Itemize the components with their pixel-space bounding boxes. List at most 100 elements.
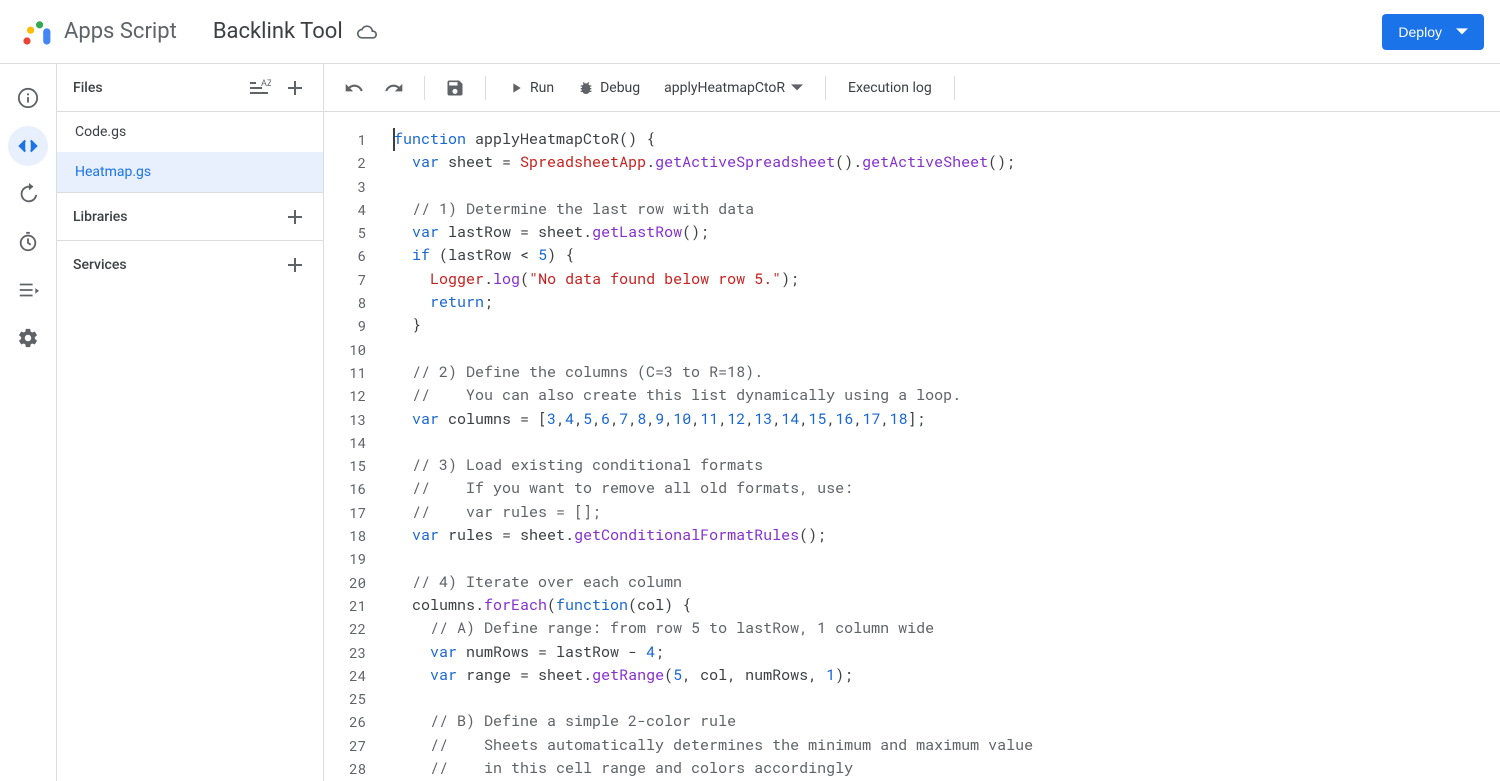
code-content[interactable] (380, 175, 394, 198)
code-content[interactable]: // B) Define a simple 2-color rule (380, 710, 736, 733)
code-content[interactable]: var columns = [3,4,5,6,7,8,9,10,11,12,13… (380, 408, 926, 431)
sort-icon[interactable]: AZ (247, 76, 271, 100)
code-content[interactable] (380, 547, 394, 570)
overview-icon[interactable] (8, 78, 48, 118)
code-content[interactable]: // var rules = []; (380, 501, 601, 524)
add-file-icon[interactable] (283, 76, 307, 100)
code-content[interactable]: if (lastRow < 5) { (380, 244, 574, 267)
code-content[interactable]: // in this cell range and colors accordi… (380, 757, 853, 780)
file-item[interactable]: Heatmap.gs (57, 152, 323, 192)
code-content[interactable]: var range = sheet.getRange(5, col, numRo… (380, 664, 853, 687)
line-number: 3 (324, 175, 380, 198)
chevron-down-icon (791, 82, 803, 94)
code-line: 2 var sheet = SpreadsheetApp.getActiveSp… (324, 151, 1500, 174)
services-header: Services (57, 240, 323, 288)
code-line: 8 return; (324, 291, 1500, 314)
code-line: 3 (324, 175, 1500, 198)
code-line: 5 var lastRow = sheet.getLastRow(); (324, 221, 1500, 244)
files-panel: Files AZ Code.gsHeatmap.gs Libraries Ser… (56, 64, 324, 781)
executions-icon[interactable] (8, 270, 48, 310)
code-content[interactable]: return; (380, 291, 493, 314)
code-content[interactable] (380, 338, 394, 361)
left-rail (0, 64, 56, 781)
code-content[interactable]: columns.forEach(function(col) { (380, 594, 691, 617)
editor-toolbar: Run Debug applyHeatmapCtoR Execution log (324, 64, 1500, 112)
line-number: 10 (324, 338, 380, 361)
code-line: 12 // You can also create this list dyna… (324, 384, 1500, 407)
undo-icon[interactable] (336, 70, 372, 106)
settings-icon[interactable] (8, 318, 48, 358)
code-editor[interactable]: 1function applyHeatmapCtoR() {2 var shee… (324, 112, 1500, 781)
code-content[interactable]: // 2) Define the columns (C=3 to R=18). (380, 361, 763, 384)
line-number: 4 (324, 198, 380, 221)
code-line: 6 if (lastRow < 5) { (324, 244, 1500, 267)
cloud-status-icon[interactable] (357, 22, 377, 42)
code-line: 13 var columns = [3,4,5,6,7,8,9,10,11,12… (324, 408, 1500, 431)
code-content[interactable]: } (380, 314, 421, 337)
execution-log-label: Execution log (848, 80, 932, 96)
code-content[interactable]: // Sheets automatically determines the m… (380, 734, 1033, 757)
line-number: 2 (324, 151, 380, 174)
code-content[interactable]: var rules = sheet.getConditionalFormatRu… (380, 524, 826, 547)
code-line: 23 var numRows = lastRow - 4; (324, 641, 1500, 664)
line-number: 24 (324, 664, 380, 687)
function-name: applyHeatmapCtoR (664, 80, 785, 96)
code-content[interactable]: // 1) Determine the last row with data (380, 198, 754, 221)
triggers-history-icon[interactable] (8, 174, 48, 214)
code-content[interactable]: // 3) Load existing conditional formats (380, 454, 763, 477)
line-number: 19 (324, 547, 380, 570)
code-line: 10 (324, 338, 1500, 361)
code-line: 15 // 3) Load existing conditional forma… (324, 454, 1500, 477)
debug-label: Debug (600, 80, 640, 96)
code-line: 17 // var rules = []; (324, 501, 1500, 524)
editor-icon[interactable] (8, 126, 48, 166)
code-content[interactable]: var lastRow = sheet.getLastRow(); (380, 221, 709, 244)
code-content[interactable]: // A) Define range: from row 5 to lastRo… (380, 617, 934, 640)
code-line: 7 Logger.log("No data found below row 5.… (324, 268, 1500, 291)
add-library-icon[interactable] (283, 205, 307, 229)
run-label: Run (530, 80, 554, 96)
code-content[interactable]: // 4) Iterate over each column (380, 571, 682, 594)
code-content[interactable]: function applyHeatmapCtoR() { (380, 128, 655, 151)
line-number: 17 (324, 501, 380, 524)
project-title[interactable]: Backlink Tool (213, 19, 343, 44)
line-number: 11 (324, 361, 380, 384)
code-line: 26 // B) Define a simple 2-color rule (324, 710, 1500, 733)
code-line: 16 // If you want to remove all old form… (324, 477, 1500, 500)
deploy-label: Deploy (1398, 24, 1442, 40)
triggers-icon[interactable] (8, 222, 48, 262)
chevron-down-icon (1456, 26, 1468, 38)
function-select[interactable]: applyHeatmapCtoR (654, 74, 813, 102)
code-line: 24 var range = sheet.getRange(5, col, nu… (324, 664, 1500, 687)
services-title: Services (73, 257, 271, 273)
line-number: 14 (324, 431, 380, 454)
code-content[interactable] (380, 687, 394, 710)
code-content[interactable]: var sheet = SpreadsheetApp.getActiveSpre… (380, 151, 1015, 174)
deploy-button[interactable]: Deploy (1382, 14, 1484, 50)
code-content[interactable]: Logger.log("No data found below row 5.")… (380, 268, 799, 291)
code-content[interactable]: // If you want to remove all old formats… (380, 477, 853, 500)
file-item[interactable]: Code.gs (57, 112, 323, 152)
line-number: 7 (324, 268, 380, 291)
files-title: Files (73, 80, 235, 96)
debug-button[interactable]: Debug (568, 74, 650, 102)
code-line: 21 columns.forEach(function(col) { (324, 594, 1500, 617)
redo-icon[interactable] (376, 70, 412, 106)
line-number: 26 (324, 710, 380, 733)
line-number: 9 (324, 314, 380, 337)
save-icon[interactable] (437, 70, 473, 106)
code-content[interactable] (380, 431, 394, 454)
libraries-header: Libraries (57, 192, 323, 240)
run-button[interactable]: Run (498, 74, 564, 102)
line-number: 6 (324, 244, 380, 267)
svg-text:AZ: AZ (261, 79, 271, 89)
code-line: 20 // 4) Iterate over each column (324, 571, 1500, 594)
line-number: 21 (324, 594, 380, 617)
code-line: 4 // 1) Determine the last row with data (324, 198, 1500, 221)
code-content[interactable]: // You can also create this list dynamic… (380, 384, 961, 407)
line-number: 13 (324, 408, 380, 431)
app-header: Apps Script Backlink Tool Deploy (0, 0, 1500, 64)
code-content[interactable]: var numRows = lastRow - 4; (380, 641, 664, 664)
add-service-icon[interactable] (283, 253, 307, 277)
execution-log-button[interactable]: Execution log (838, 74, 942, 102)
